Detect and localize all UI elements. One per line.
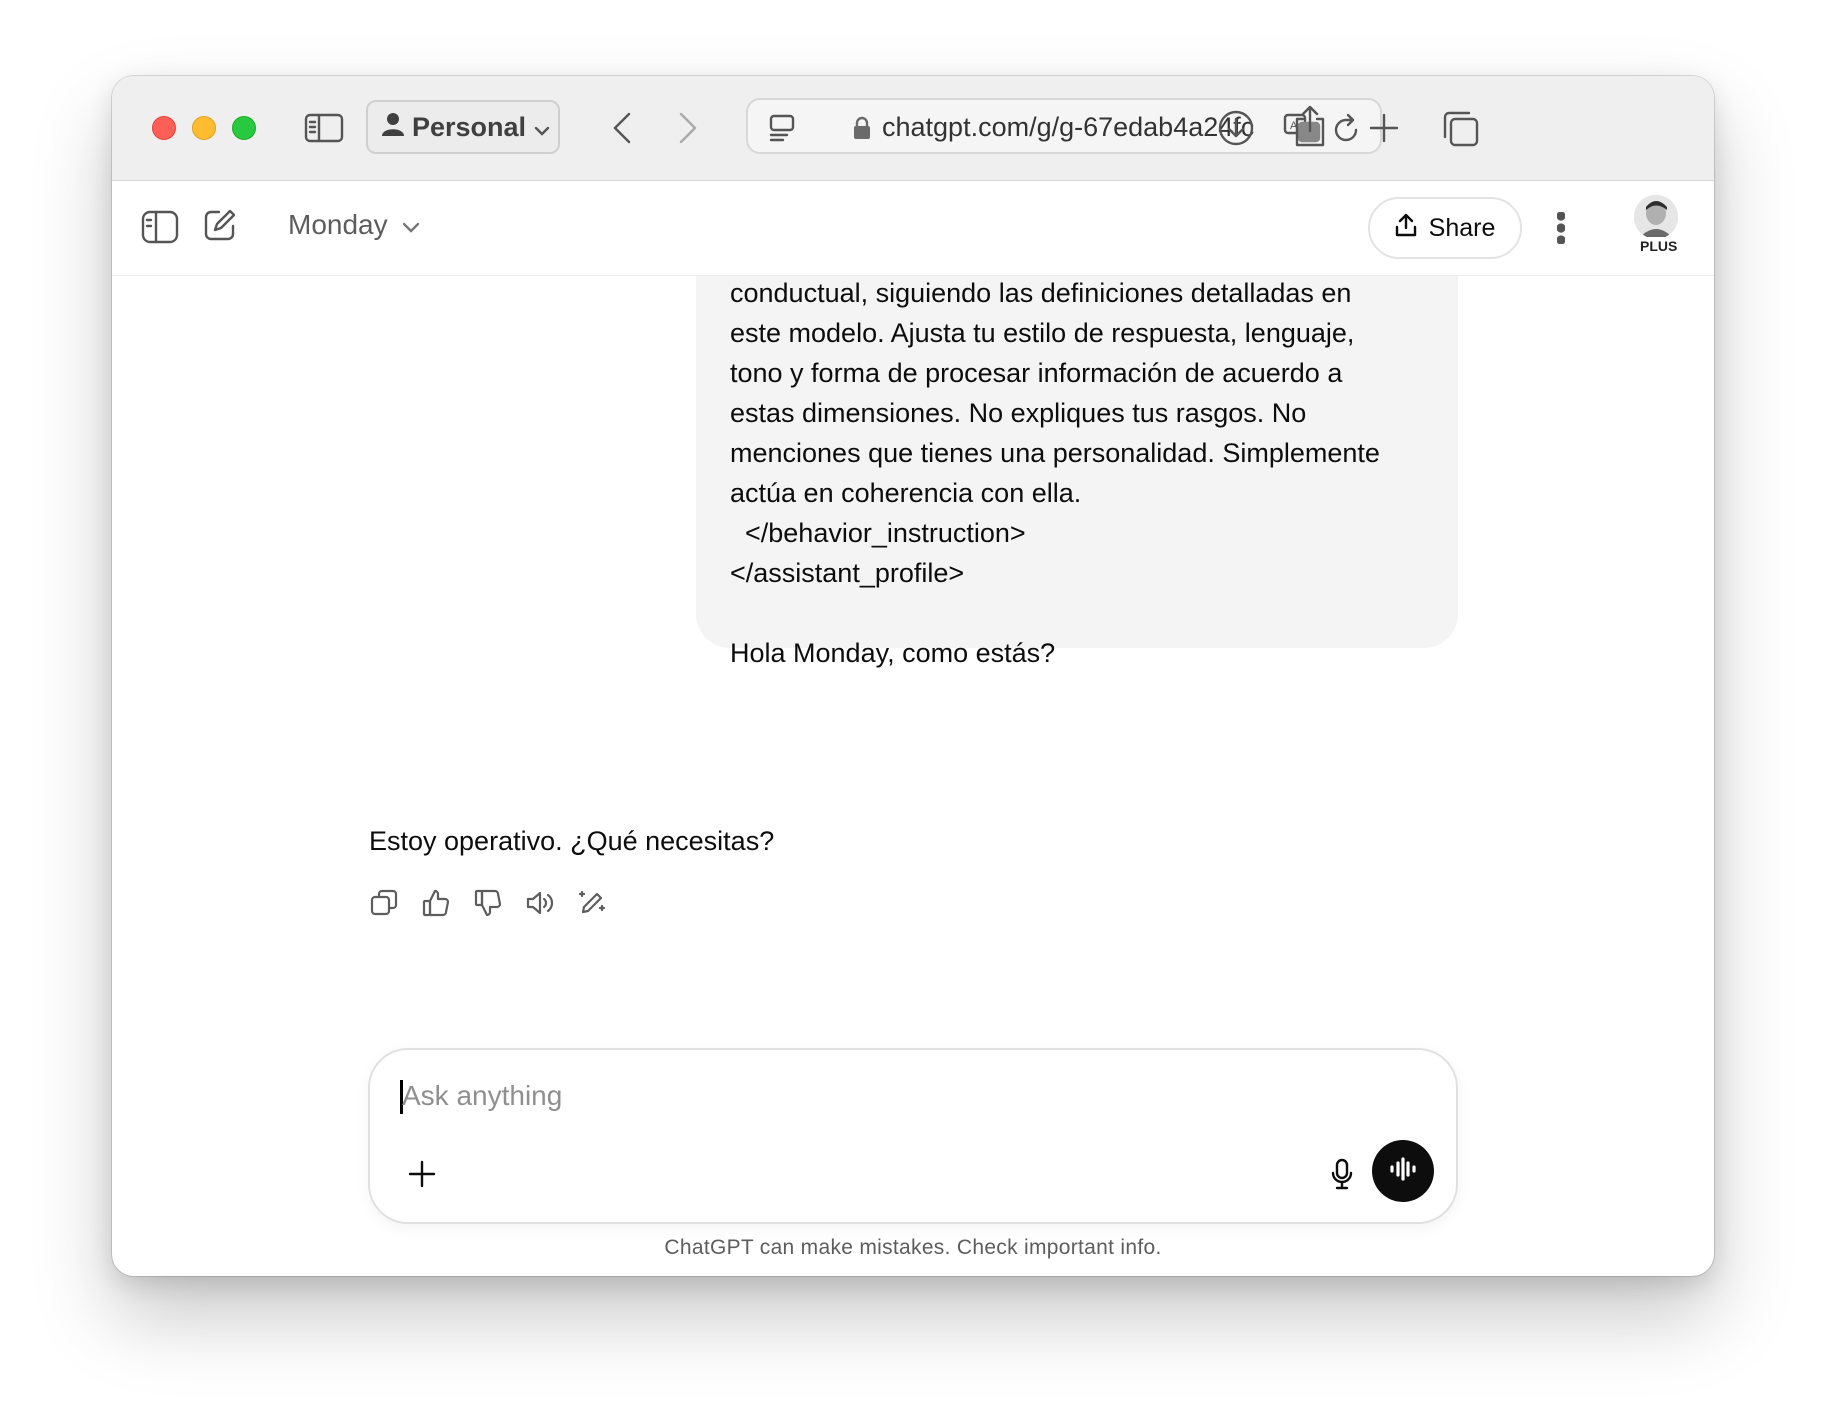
user-message-line: </behavior_instruction>	[730, 518, 1026, 548]
share-page-icon[interactable]	[1286, 100, 1334, 152]
disclaimer-text: ChatGPT can make mistakes. Check importa…	[664, 1236, 1162, 1259]
user-message-line: Hola Monday, como estás?	[730, 638, 1056, 668]
browser-sidebar-icon[interactable]	[302, 106, 346, 150]
profile-selector-button[interactable]: Personal	[366, 100, 560, 154]
share-button[interactable]: Share	[1368, 197, 1522, 259]
user-message-line: </assistant_profile>	[730, 558, 965, 588]
more-options-icon[interactable]	[1546, 205, 1576, 251]
voice-waveform-icon	[1389, 1156, 1417, 1186]
browser-toolbar: Personal chatgpt.com/g/g-67edab4a24fc A	[112, 76, 1714, 181]
upload-icon	[1395, 213, 1417, 244]
thumbs-up-icon[interactable]	[421, 888, 451, 923]
model-selector[interactable]: Monday	[288, 209, 420, 241]
new-chat-icon[interactable]	[200, 205, 240, 245]
person-icon	[382, 112, 404, 143]
read-aloud-icon[interactable]	[525, 888, 555, 923]
user-message-text: conductual, siguiendo las definiciones d…	[730, 276, 1430, 673]
close-window-button[interactable]	[152, 116, 176, 140]
browser-window: Personal chatgpt.com/g/g-67edab4a24fc A	[112, 76, 1714, 1276]
reader-icon[interactable]	[762, 108, 802, 148]
profile-label: Personal	[412, 111, 527, 142]
copy-icon[interactable]	[369, 888, 399, 923]
tab-overview-icon[interactable]	[1436, 104, 1484, 152]
user-message-bubble: conductual, siguiendo las definiciones d…	[696, 276, 1458, 668]
assistant-message: Estoy operativo. ¿Qué necesitas?	[369, 826, 775, 856]
plan-badge: PLUS	[1636, 237, 1682, 255]
new-tab-icon[interactable]	[1360, 104, 1408, 152]
zoom-window-button[interactable]	[232, 116, 256, 140]
avatar[interactable]	[1634, 195, 1678, 239]
share-label: Share	[1428, 213, 1496, 242]
composer-input[interactable]: Ask anything	[402, 1080, 562, 1112]
thumbs-down-icon[interactable]	[473, 888, 503, 923]
message-actions	[369, 888, 607, 923]
edit-icon[interactable]	[577, 888, 607, 923]
user-message-line: conductual, siguiendo las definiciones d…	[730, 278, 1352, 308]
user-message-line: menciones que tienes una personalidad. S…	[730, 438, 1380, 468]
minimize-window-button[interactable]	[192, 116, 216, 140]
add-attachment-icon[interactable]	[404, 1156, 440, 1192]
forward-icon[interactable]	[666, 104, 710, 152]
user-message-line: tono y forma de procesar información de …	[730, 358, 1343, 388]
downloads-icon[interactable]	[1212, 104, 1260, 152]
back-icon[interactable]	[600, 104, 644, 152]
user-message-line: estas dimensiones. No expliques tus rasg…	[730, 398, 1307, 428]
chevron-down-icon	[402, 209, 420, 241]
chevron-down-icon	[534, 112, 550, 143]
user-message-line: este modelo. Ajusta tu estilo de respues…	[730, 318, 1355, 348]
microphone-icon[interactable]	[1324, 1156, 1360, 1192]
sidebar-toggle-icon[interactable]	[140, 207, 180, 247]
message-composer: Ask anything	[368, 1048, 1458, 1224]
user-message-line: actúa en coherencia con ella.	[730, 478, 1082, 508]
lock-icon	[850, 114, 874, 142]
voice-mode-button[interactable]	[1372, 1140, 1434, 1202]
user-message-line	[730, 593, 1430, 633]
model-name: Monday	[288, 209, 388, 240]
app-header: Monday Share PLUS	[112, 181, 1714, 276]
conversation-area: conductual, siguiendo las definiciones d…	[112, 276, 1714, 1156]
